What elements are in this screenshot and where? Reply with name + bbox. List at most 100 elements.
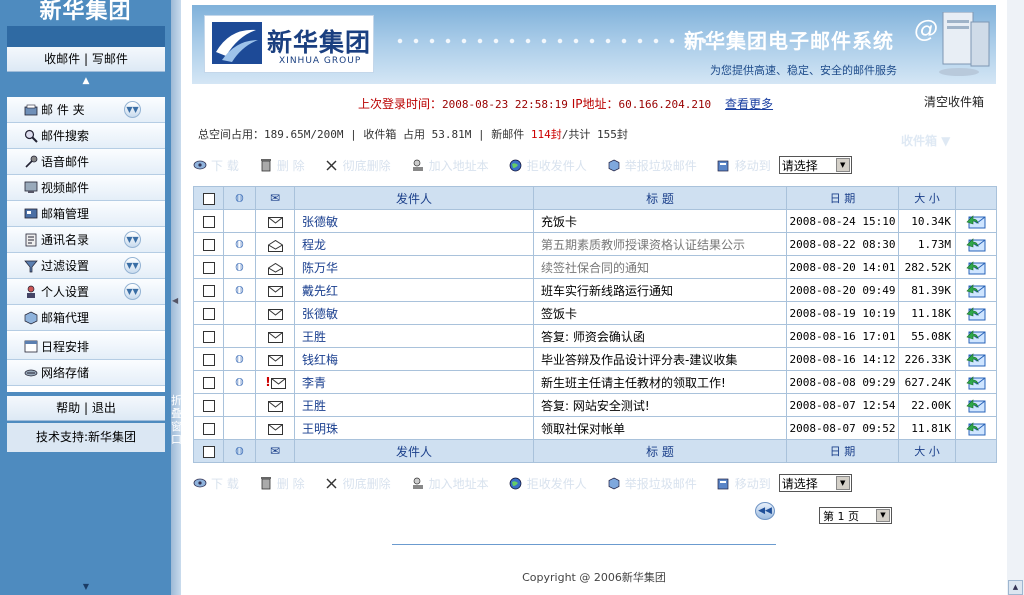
expand-icon[interactable]: ▼▼	[124, 231, 141, 248]
reply-mail-icon[interactable]	[966, 260, 986, 275]
inbox-link[interactable]: 收邮件	[44, 52, 80, 66]
reply-mail-icon[interactable]	[966, 398, 986, 413]
collapse-arrow-icon[interactable]: ◀	[172, 296, 178, 305]
table-row[interactable]: 王胜 答复: 师资会确认函 2008-08-16 17:01 55.08K	[193, 324, 997, 348]
subject-header[interactable]: 标 题	[533, 439, 787, 463]
delete-permanently-button[interactable]: 彻底删除	[325, 475, 391, 492]
size-header[interactable]: 大 小	[898, 439, 956, 463]
row-checkbox-cell[interactable]	[193, 393, 224, 417]
row-checkbox-cell[interactable]	[193, 278, 224, 302]
select-all-checkbox[interactable]	[202, 445, 215, 458]
help-link[interactable]: 帮助	[56, 401, 80, 415]
move-to-button[interactable]: 移动到	[717, 475, 771, 492]
sender-link[interactable]: 张德敏	[302, 215, 338, 229]
subject-cell[interactable]: 答复: 师资会确认函	[533, 324, 787, 348]
row-checkbox-cell[interactable]	[193, 255, 224, 279]
prev-page-icon[interactable]: ◀◀	[755, 502, 775, 520]
status-header[interactable]: ✉	[255, 439, 295, 463]
reject-sender-button[interactable]: 拒收发件人	[509, 475, 587, 492]
reply-mail-icon[interactable]	[966, 237, 986, 252]
sender-link[interactable]: 李青	[302, 376, 326, 390]
subject-cell[interactable]: 领取社保对帐单	[533, 416, 787, 440]
row-checkbox[interactable]	[202, 422, 215, 435]
vertical-scrollbar[interactable]	[1007, 0, 1024, 595]
logout-link[interactable]: 退出	[92, 401, 116, 415]
from-cell[interactable]: 张德敏	[294, 209, 534, 233]
subject-cell[interactable]: 新生班主任请主任教材的领取工作!	[533, 370, 787, 394]
size-header[interactable]: 大 小	[898, 186, 956, 210]
reject-sender-button[interactable]: 拒收发件人	[509, 157, 587, 174]
download-button[interactable]: 下 载	[193, 157, 239, 174]
clear-inbox-link[interactable]: 清空收件箱	[924, 93, 984, 110]
expand-icon[interactable]: ▼▼	[124, 101, 141, 118]
subject-cell[interactable]: 班车实行新线路运行通知	[533, 278, 787, 302]
collapse-window-label[interactable]: 折叠窗口	[171, 394, 182, 446]
row-checkbox-cell[interactable]	[193, 347, 224, 371]
row-checkbox[interactable]	[202, 353, 215, 366]
add-address-button[interactable]: 加入地址本	[411, 475, 489, 492]
table-row[interactable]: 𝕆! 李青 新生班主任请主任教材的领取工作! 2008-08-08 09:29 627.…	[193, 370, 997, 394]
delete-button[interactable]: 删 除	[259, 157, 305, 174]
expand-icon[interactable]: ▼▼	[124, 283, 141, 300]
move-to-button[interactable]: 移动到	[717, 157, 771, 174]
scroll-up-arrow-icon[interactable]: ▲	[7, 74, 165, 88]
from-cell[interactable]: 王胜	[294, 393, 534, 417]
reply-mail-icon[interactable]	[966, 214, 986, 229]
from-header[interactable]: 发件人	[294, 186, 534, 210]
sender-link[interactable]: 陈万华	[302, 261, 338, 275]
report-spam-button[interactable]: 举报垃圾邮件	[607, 475, 697, 492]
sidebar-item-video-mail[interactable]: 视频邮件	[7, 175, 165, 201]
select-all-checkbox[interactable]	[202, 192, 215, 205]
attachment-header[interactable]: 𝕆	[223, 439, 256, 463]
row-checkbox[interactable]	[202, 307, 215, 320]
from-cell[interactable]: 程龙	[294, 232, 534, 256]
action-cell[interactable]	[955, 370, 997, 394]
action-cell[interactable]	[955, 255, 997, 279]
download-button[interactable]: 下 载	[193, 475, 239, 492]
sidebar-item-mailbox-proxy[interactable]: 邮箱代理	[7, 305, 165, 331]
scroll-arrow-icon[interactable]: ▲	[1008, 580, 1023, 595]
table-row[interactable]: 𝕆 钱红梅 毕业答辩及作品设计评分表-建议收集 2008-08-16 14:12 226…	[193, 347, 997, 371]
current-folder-label[interactable]: 收件箱 ▼	[901, 132, 950, 149]
dropdown-arrow-icon[interactable]: ▼	[876, 509, 890, 522]
row-checkbox-cell[interactable]	[193, 301, 224, 325]
dropdown-arrow-icon[interactable]: ▼	[835, 158, 850, 172]
sidebar-item-schedule[interactable]: 日程安排	[7, 333, 165, 360]
sender-link[interactable]: 戴先红	[302, 284, 338, 298]
table-row[interactable]: 𝕆 陈万华 续签社保合同的通知 2008-08-20 14:01 282.52K	[193, 255, 997, 279]
dropdown-arrow-icon[interactable]: ▼	[835, 476, 850, 490]
view-more-link[interactable]: 查看更多	[725, 97, 773, 111]
subject-cell[interactable]: 充饭卡	[533, 209, 787, 233]
action-cell[interactable]	[955, 232, 997, 256]
reply-mail-icon[interactable]	[966, 352, 986, 367]
row-checkbox[interactable]	[202, 215, 215, 228]
sidebar-item-filter-settings[interactable]: 过滤设置 ▼▼	[7, 253, 165, 279]
action-cell[interactable]	[955, 209, 997, 233]
table-row[interactable]: 张德敏 签饭卡 2008-08-19 10:19 11.18K	[193, 301, 997, 325]
row-checkbox-cell[interactable]	[193, 324, 224, 348]
delete-permanently-button[interactable]: 彻底删除	[325, 157, 391, 174]
from-cell[interactable]: 张德敏	[294, 301, 534, 325]
sidebar-item-network-storage[interactable]: 网络存储	[7, 360, 165, 386]
attachment-header[interactable]: 𝕆	[223, 186, 256, 210]
sender-link[interactable]: 钱红梅	[302, 353, 338, 367]
sidebar-item-personal-settings[interactable]: 个人设置 ▼▼	[7, 279, 165, 305]
sender-link[interactable]: 王胜	[302, 330, 326, 344]
subject-header[interactable]: 标 题	[533, 186, 787, 210]
date-header[interactable]: 日 期	[786, 186, 899, 210]
action-cell[interactable]	[955, 301, 997, 325]
add-address-button[interactable]: 加入地址本	[411, 157, 489, 174]
subject-cell[interactable]: 签饭卡	[533, 301, 787, 325]
row-checkbox-cell[interactable]	[193, 209, 224, 233]
sender-link[interactable]: 王胜	[302, 399, 326, 413]
row-checkbox[interactable]	[202, 238, 215, 251]
row-checkbox[interactable]	[202, 261, 215, 274]
reply-mail-icon[interactable]	[966, 375, 986, 390]
subject-cell[interactable]: 答复: 网站安全测试!	[533, 393, 787, 417]
row-checkbox-cell[interactable]	[193, 416, 224, 440]
scroll-down-arrow-icon[interactable]: ▼	[7, 580, 165, 594]
reply-mail-icon[interactable]	[966, 329, 986, 344]
move-to-select[interactable]: 请选择 ▼	[778, 156, 852, 174]
row-checkbox[interactable]	[202, 330, 215, 343]
row-checkbox[interactable]	[202, 399, 215, 412]
